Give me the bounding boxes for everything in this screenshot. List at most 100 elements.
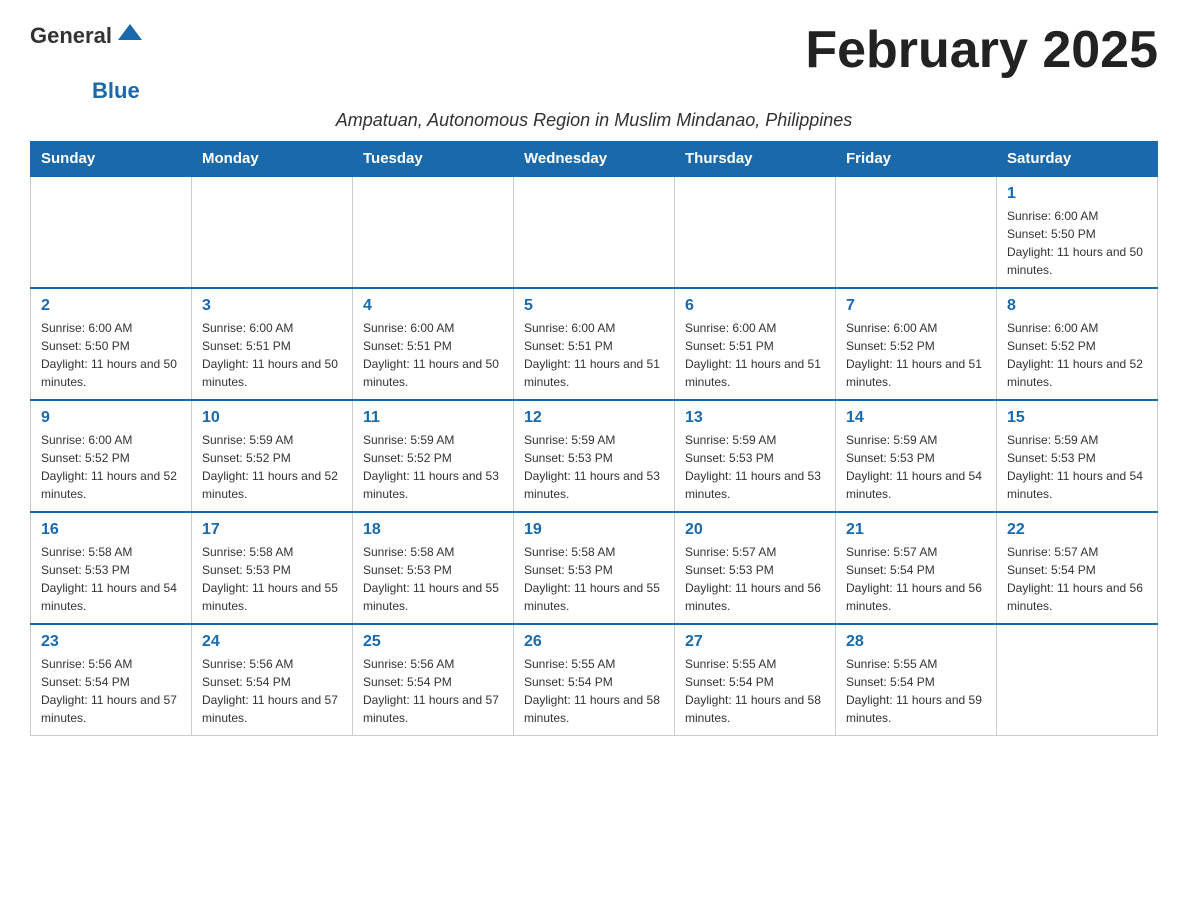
header-wednesday: Wednesday — [514, 142, 675, 177]
table-cell: 10 Sunrise: 5:59 AMSunset: 5:52 PMDayligh… — [192, 400, 353, 512]
table-cell: 19 Sunrise: 5:58 AMSunset: 5:53 PMDayligh… — [514, 512, 675, 624]
day-info: Sunrise: 5:59 AMSunset: 5:52 PMDaylight:… — [363, 431, 503, 503]
logo: General — [30, 20, 148, 52]
day-number: 24 — [202, 633, 342, 651]
day-number: 19 — [524, 521, 664, 539]
day-number: 26 — [524, 633, 664, 651]
table-cell: 20Sunrise: 5:57 AMSunset: 5:53 PMDayligh… — [675, 512, 836, 624]
table-cell: 5 Sunrise: 6:00 AMSunset: 5:51 PMDaylight… — [514, 288, 675, 400]
table-cell: 14 Sunrise: 5:59 AMSunset: 5:53 PMDayligh… — [836, 400, 997, 512]
week-row-5: 23 Sunrise: 5:56 AMSunset: 5:54 PMDayligh… — [31, 624, 1158, 736]
week-row-1: 1Sunrise: 6:00 AMSunset: 5:50 PMDaylight… — [31, 176, 1158, 288]
day-info: Sunrise: 5:58 AMSunset: 5:53 PMDaylight:… — [202, 543, 342, 615]
day-info: Sunrise: 5:56 AMSunset: 5:54 PMDaylight:… — [41, 655, 181, 727]
table-cell — [514, 176, 675, 288]
day-info: Sunrise: 5:58 AMSunset: 5:53 PMDaylight:… — [524, 543, 664, 615]
day-number: 18 — [363, 521, 503, 539]
day-info: Sunrise: 5:57 AMSunset: 5:54 PMDaylight:… — [1007, 543, 1147, 615]
day-number: 11 — [363, 409, 503, 427]
table-cell — [192, 176, 353, 288]
header-monday: Monday — [192, 142, 353, 177]
table-cell: 16Sunrise: 5:58 AMSunset: 5:53 PMDayligh… — [31, 512, 192, 624]
day-number: 27 — [685, 633, 825, 651]
header-thursday: Thursday — [675, 142, 836, 177]
day-number: 13 — [685, 409, 825, 427]
day-number: 8 — [1007, 297, 1147, 315]
table-cell: 1Sunrise: 6:00 AMSunset: 5:50 PMDaylight… — [997, 176, 1158, 288]
day-number: 28 — [846, 633, 986, 651]
day-number: 17 — [202, 521, 342, 539]
day-number: 7 — [846, 297, 986, 315]
table-cell: 26 Sunrise: 5:55 AMSunset: 5:54 PMDayligh… — [514, 624, 675, 736]
day-info: Sunrise: 6:00 AMSunset: 5:52 PMDaylight:… — [41, 431, 181, 503]
day-info: Sunrise: 6:00 AMSunset: 5:51 PMDaylight:… — [363, 319, 503, 391]
day-info: Sunrise: 5:56 AMSunset: 5:54 PMDaylight:… — [202, 655, 342, 727]
day-info: Sunrise: 6:00 AMSunset: 5:50 PMDaylight:… — [41, 319, 181, 391]
table-cell — [675, 176, 836, 288]
day-number: 14 — [846, 409, 986, 427]
header-friday: Friday — [836, 142, 997, 177]
day-number: 9 — [41, 409, 181, 427]
table-cell: 7 Sunrise: 6:00 AMSunset: 5:52 PMDaylight… — [836, 288, 997, 400]
table-cell: 2 Sunrise: 6:00 AMSunset: 5:50 PMDaylight… — [31, 288, 192, 400]
day-info: Sunrise: 5:59 AMSunset: 5:52 PMDaylight:… — [202, 431, 342, 503]
table-cell: 21Sunrise: 5:57 AMSunset: 5:54 PMDayligh… — [836, 512, 997, 624]
day-info: Sunrise: 6:00 AMSunset: 5:52 PMDaylight:… — [846, 319, 986, 391]
subtitle: Ampatuan, Autonomous Region in Muslim Mi… — [30, 110, 1158, 131]
day-number: 23 — [41, 633, 181, 651]
table-cell: 23 Sunrise: 5:56 AMSunset: 5:54 PMDayligh… — [31, 624, 192, 736]
day-info: Sunrise: 5:57 AMSunset: 5:53 PMDaylight:… — [685, 543, 825, 615]
day-info: Sunrise: 5:59 AMSunset: 5:53 PMDaylight:… — [685, 431, 825, 503]
day-info: Sunrise: 5:56 AMSunset: 5:54 PMDaylight:… — [363, 655, 503, 727]
table-cell: 13 Sunrise: 5:59 AMSunset: 5:53 PMDayligh… — [675, 400, 836, 512]
day-info: Sunrise: 6:00 AMSunset: 5:51 PMDaylight:… — [202, 319, 342, 391]
day-number: 2 — [41, 297, 181, 315]
day-info: Sunrise: 6:00 AMSunset: 5:51 PMDaylight:… — [685, 319, 825, 391]
weekday-header-row: Sunday Monday Tuesday Wednesday Thursday… — [31, 142, 1158, 177]
day-info: Sunrise: 5:55 AMSunset: 5:54 PMDaylight:… — [524, 655, 664, 727]
page-header: General February 2025 — [30, 20, 1158, 80]
table-cell: 27 Sunrise: 5:55 AMSunset: 5:54 PMDayligh… — [675, 624, 836, 736]
day-number: 10 — [202, 409, 342, 427]
day-info: Sunrise: 5:55 AMSunset: 5:54 PMDaylight:… — [685, 655, 825, 727]
day-number: 4 — [363, 297, 503, 315]
table-cell: 18 Sunrise: 5:58 AMSunset: 5:53 PMDayligh… — [353, 512, 514, 624]
header-saturday: Saturday — [997, 142, 1158, 177]
table-cell: 11 Sunrise: 5:59 AMSunset: 5:52 PMDayligh… — [353, 400, 514, 512]
day-number: 3 — [202, 297, 342, 315]
table-cell: 3 Sunrise: 6:00 AMSunset: 5:51 PMDaylight… — [192, 288, 353, 400]
day-info: Sunrise: 6:00 AMSunset: 5:51 PMDaylight:… — [524, 319, 664, 391]
table-cell — [997, 624, 1158, 736]
table-cell: 8Sunrise: 6:00 AMSunset: 5:52 PMDaylight… — [997, 288, 1158, 400]
table-cell: 28 Sunrise: 5:55 AMSunset: 5:54 PMDayligh… — [836, 624, 997, 736]
day-number: 15 — [1007, 409, 1147, 427]
calendar-table: Sunday Monday Tuesday Wednesday Thursday… — [30, 141, 1158, 736]
week-row-3: 9 Sunrise: 6:00 AMSunset: 5:52 PMDaylight… — [31, 400, 1158, 512]
table-cell — [836, 176, 997, 288]
table-cell: 4 Sunrise: 6:00 AMSunset: 5:51 PMDaylight… — [353, 288, 514, 400]
table-cell — [353, 176, 514, 288]
table-cell: 15 Sunrise: 5:59 AMSunset: 5:53 PMDayligh… — [997, 400, 1158, 512]
day-info: Sunrise: 5:58 AMSunset: 5:53 PMDaylight:… — [363, 543, 503, 615]
logo-text-blue: Blue — [92, 78, 140, 103]
day-number: 1 — [1007, 185, 1147, 203]
table-cell: 9 Sunrise: 6:00 AMSunset: 5:52 PMDaylight… — [31, 400, 192, 512]
table-cell: 6Sunrise: 6:00 AMSunset: 5:51 PMDaylight… — [675, 288, 836, 400]
day-number: 12 — [524, 409, 664, 427]
day-number: 21 — [846, 521, 986, 539]
day-info: Sunrise: 5:58 AMSunset: 5:53 PMDaylight:… — [41, 543, 181, 615]
month-title: February 2025 — [805, 20, 1158, 80]
table-cell — [31, 176, 192, 288]
day-info: Sunrise: 5:55 AMSunset: 5:54 PMDaylight:… — [846, 655, 986, 727]
table-cell: 12 Sunrise: 5:59 AMSunset: 5:53 PMDayligh… — [514, 400, 675, 512]
table-cell: 17 Sunrise: 5:58 AMSunset: 5:53 PMDayligh… — [192, 512, 353, 624]
week-row-4: 16Sunrise: 5:58 AMSunset: 5:53 PMDayligh… — [31, 512, 1158, 624]
week-row-2: 2 Sunrise: 6:00 AMSunset: 5:50 PMDaylight… — [31, 288, 1158, 400]
day-info: Sunrise: 5:59 AMSunset: 5:53 PMDaylight:… — [846, 431, 986, 503]
table-cell: 22Sunrise: 5:57 AMSunset: 5:54 PMDayligh… — [997, 512, 1158, 624]
day-info: Sunrise: 5:59 AMSunset: 5:53 PMDaylight:… — [524, 431, 664, 503]
header-sunday: Sunday — [31, 142, 192, 177]
day-number: 5 — [524, 297, 664, 315]
table-cell: 24 Sunrise: 5:56 AMSunset: 5:54 PMDayligh… — [192, 624, 353, 736]
day-info: Sunrise: 5:59 AMSunset: 5:53 PMDaylight:… — [1007, 431, 1147, 503]
